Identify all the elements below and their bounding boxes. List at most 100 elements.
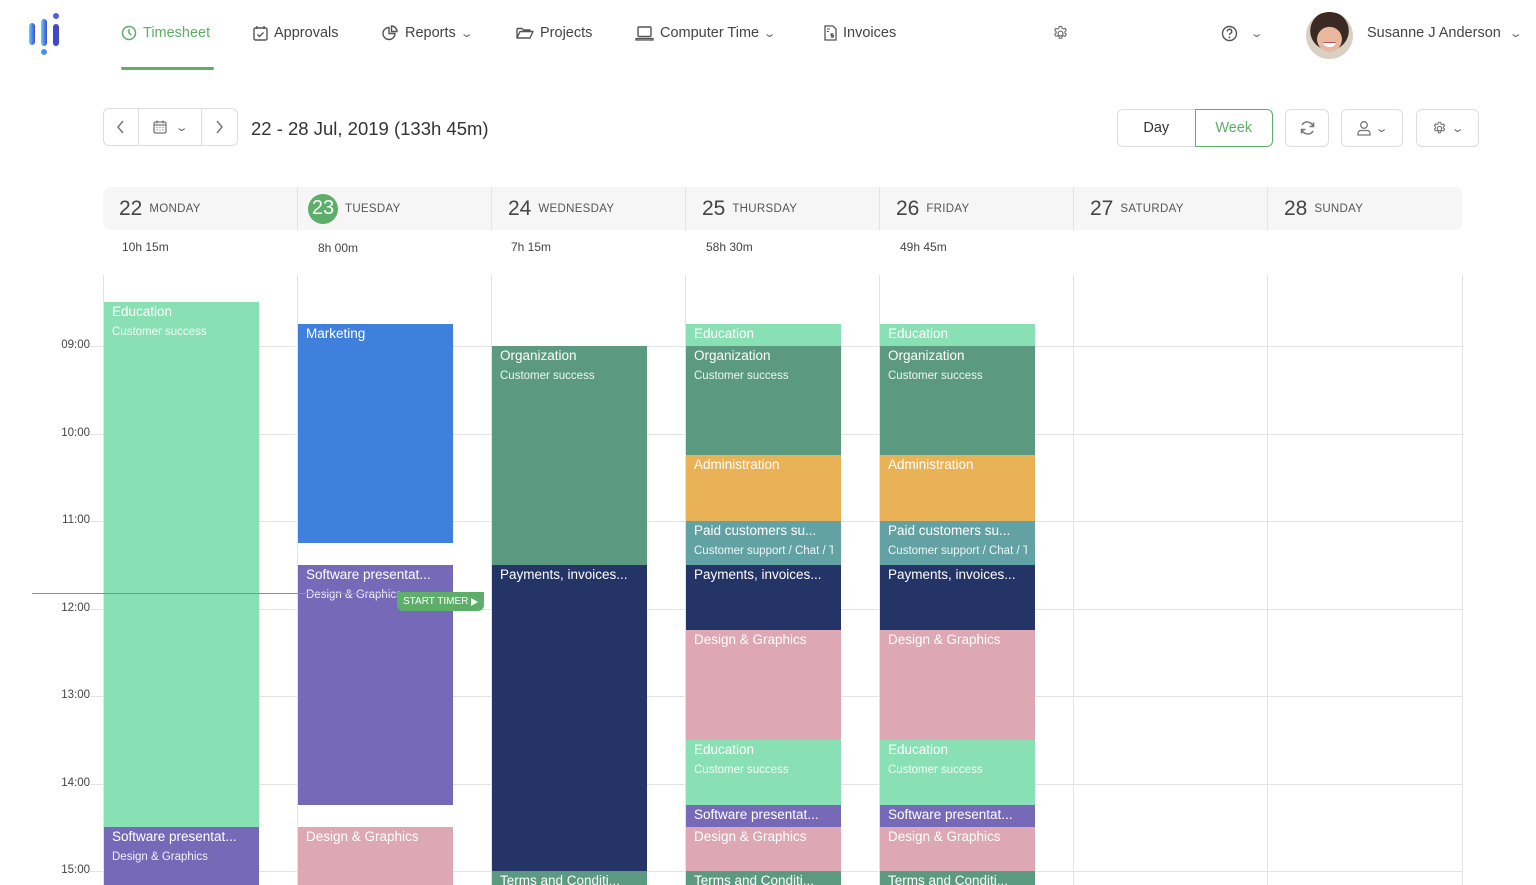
day-number-today: 23	[308, 193, 338, 224]
day-number: 27	[1090, 196, 1114, 220]
day-header-friday[interactable]: 26 FRIDAY	[879, 187, 1073, 230]
folder-icon	[516, 27, 534, 39]
time-entry-block[interactable]: Paid customers su... Customer support / C…	[880, 521, 1035, 565]
user-filter-button[interactable]: ⌄	[1341, 109, 1403, 147]
time-entry-block[interactable]: Organization Customer success	[880, 346, 1035, 456]
time-entry-block[interactable]: Payments, invoices...	[880, 564, 1035, 631]
day-total-friday: 49h 45m	[900, 240, 947, 254]
date-picker-button[interactable]: ⌄	[139, 109, 202, 145]
chevron-down-icon: ⌄	[1451, 122, 1465, 135]
day-name: WEDNESDAY	[538, 202, 615, 215]
day-column-divider	[1267, 275, 1268, 885]
nav-projects[interactable]: Projects	[516, 22, 592, 44]
entry-title: Administration	[694, 457, 780, 473]
time-entry-block[interactable]: Education	[686, 324, 841, 346]
day-column-divider	[1073, 275, 1074, 885]
day-header-sunday[interactable]: 28 SUNDAY	[1267, 187, 1463, 230]
calendar-toolbar: ⌄ 22 - 28 Jul, 2019 (133h 45m) Day Week …	[0, 108, 1536, 148]
entry-title: Organization	[694, 348, 771, 363]
next-week-button[interactable]	[202, 109, 237, 145]
entry-title: Education	[112, 304, 173, 320]
week-day-header: 22 MONDAY 23 TUESDAY 24 WEDNESDAY 25 THU…	[103, 187, 1463, 230]
time-entry-block[interactable]: Education Customer success	[686, 739, 841, 806]
chevron-down-icon: ⌄	[1375, 122, 1389, 135]
date-navigation: ⌄	[103, 108, 238, 146]
time-entry-block[interactable]: Software presentat...	[686, 805, 841, 828]
hour-label: 12:00	[61, 601, 90, 614]
entry-title: Paid customers su...	[888, 523, 1011, 538]
time-entry-block[interactable]: Paid customers su... Customer support / C…	[686, 521, 841, 565]
time-entry-block[interactable]: Software presentat... Design & Graphics	[104, 827, 259, 885]
time-entry-block[interactable]: Design & Graphics	[880, 827, 1035, 871]
entry-title: Software presentat...	[112, 829, 237, 845]
view-week-button[interactable]: Week	[1194, 109, 1273, 147]
chevron-down-icon: ⌄	[1508, 27, 1523, 40]
nav-approvals[interactable]: Approvals	[253, 22, 338, 44]
pie-chart-icon	[382, 25, 398, 41]
user-menu[interactable]: Susanne J Anderson ⌄	[1367, 22, 1523, 44]
calendar-check-icon	[253, 26, 268, 41]
time-entry-block[interactable]: Design & Graphics	[298, 827, 453, 885]
time-entry-block[interactable]: Design & Graphics	[686, 827, 841, 871]
time-entry-block[interactable]: Payments, invoices...	[686, 564, 841, 631]
entry-subtitle: Customer success	[112, 326, 207, 339]
entry-title: Terms and Conditi...	[694, 873, 815, 885]
nav-computer-time[interactable]: Computer Time ⌄	[635, 22, 777, 44]
previous-week-button[interactable]	[104, 109, 140, 145]
settings-button[interactable]	[1052, 22, 1069, 44]
time-entry-block[interactable]: Education	[880, 324, 1035, 346]
day-header-tuesday[interactable]: 23 TUESDAY	[297, 187, 491, 230]
entry-subtitle: Customer success	[694, 370, 789, 382]
time-entry-block[interactable]: Terms and Conditi...	[492, 871, 647, 885]
entry-title: Paid customers su...	[694, 523, 817, 538]
time-entry-block[interactable]: Education Customer success	[104, 302, 259, 828]
user-avatar[interactable]	[1306, 12, 1353, 59]
view-day-button[interactable]: Day	[1117, 109, 1195, 147]
day-name: THURSDAY	[732, 202, 798, 215]
time-entry-block[interactable]: Terms and Conditi...	[880, 871, 1035, 885]
help-menu[interactable]: ⌄	[1221, 22, 1264, 44]
nav-timesheet[interactable]: Timesheet	[121, 22, 210, 44]
entry-title: Education	[888, 326, 949, 342]
time-entry-block[interactable]: Software presentat...	[880, 805, 1035, 828]
time-entry-block[interactable]: Organization Customer success	[492, 346, 647, 565]
day-number: 24	[508, 196, 532, 220]
hour-label: 11:00	[62, 514, 90, 526]
entry-title: Payments, invoices...	[888, 566, 1016, 582]
app-logo[interactable]	[28, 13, 64, 57]
entry-subtitle: Customer success	[888, 763, 983, 776]
time-entry-block[interactable]: Education Customer success	[880, 739, 1035, 806]
day-header-monday[interactable]: 22 MONDAY	[103, 187, 297, 230]
refresh-icon	[1300, 121, 1314, 135]
time-entry-block[interactable]: Design & Graphics	[686, 630, 841, 740]
week-grid[interactable]: 09:00 10:00 11:00 12:00 13:00 14:00 15:00 Educa…	[0, 275, 1536, 885]
entry-title: Administration	[888, 457, 974, 473]
time-entry-block[interactable]: Payments, invoices...	[492, 564, 647, 871]
time-entry-block[interactable]: Terms and Conditi...	[686, 871, 841, 885]
time-entry-block[interactable]: Design & Graphics	[880, 630, 1035, 740]
active-tab-indicator	[121, 67, 214, 70]
time-entry-block[interactable]: Marketing	[298, 324, 453, 543]
start-timer-button[interactable]: START TIMER	[397, 592, 485, 611]
entry-title: Terms and Conditi...	[888, 873, 1009, 885]
entry-subtitle: Customer success	[888, 370, 983, 382]
nav-invoices[interactable]: Invoices	[824, 22, 896, 44]
nav-reports[interactable]: Reports ⌄	[382, 22, 474, 44]
hour-label: 09:00	[61, 339, 90, 351]
day-header-thursday[interactable]: 25 THURSDAY	[685, 187, 879, 230]
day-total-monday: 10h 15m	[122, 240, 169, 254]
time-entry-block[interactable]: Administration	[686, 455, 841, 521]
entry-title: Education	[694, 326, 755, 342]
refresh-button[interactable]	[1285, 109, 1329, 147]
day-name: MONDAY	[149, 202, 201, 215]
day-header-saturday[interactable]: 27 SATURDAY	[1073, 187, 1267, 230]
gear-icon	[1434, 121, 1446, 133]
time-entry-block[interactable]: Organization Customer success	[686, 346, 841, 456]
calendar-settings-button[interactable]: ⌄	[1416, 109, 1479, 147]
nav-label: Reports	[405, 25, 456, 41]
entry-title: Payments, invoices...	[500, 566, 628, 582]
chevron-down-icon: ⌄	[459, 27, 474, 40]
day-header-wednesday[interactable]: 24 WEDNESDAY	[491, 187, 685, 230]
time-entry-block[interactable]: Administration	[880, 455, 1035, 521]
play-icon	[471, 597, 479, 606]
